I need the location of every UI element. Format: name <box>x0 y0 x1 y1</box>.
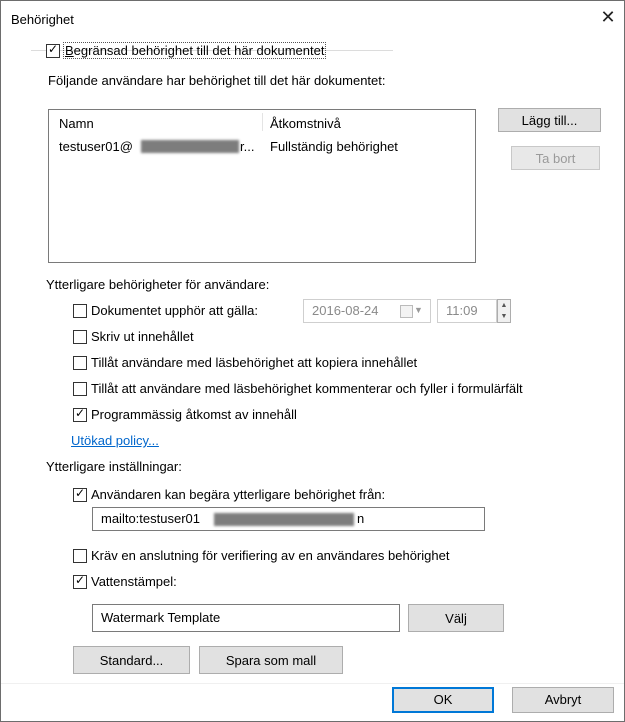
expire-date-field[interactable]: 2016-08-24 ▼ <box>303 299 431 323</box>
calendar-icon[interactable] <box>400 305 413 318</box>
close-icon[interactable]: ✕ <box>597 6 619 28</box>
checkmark-icon: ✓ <box>47 42 59 56</box>
additional-settings-heading: Ytterligare inställningar: <box>46 459 182 474</box>
column-header-access[interactable]: Åtkomstnivå <box>270 116 341 131</box>
users-list[interactable]: Namn Åtkomstnivå testuser01@ r... Fullst… <box>48 109 476 263</box>
dialog-title: Behörighet <box>11 12 74 27</box>
spin-up-icon[interactable]: ▲ <box>498 300 510 311</box>
save-template-button[interactable]: Spara som mall <box>199 646 343 674</box>
checkmark-icon: ✓ <box>74 573 86 587</box>
expire-label[interactable]: Dokumentet upphör att gälla: <box>91 303 258 318</box>
comment-label[interactable]: Tillåt att användare med läsbehörighet k… <box>91 381 523 396</box>
checkmark-icon: ✓ <box>74 486 86 500</box>
expire-date-value: 2016-08-24 <box>312 303 379 318</box>
permission-dialog: Behörighet ✕ ✓ Begränsad behörighet till… <box>0 0 625 722</box>
watermark-label[interactable]: Vattenstämpel: <box>91 574 177 589</box>
column-divider <box>262 113 263 131</box>
print-checkbox[interactable] <box>73 330 87 344</box>
additional-permissions-heading: Ytterligare behörigheter för användare: <box>46 277 270 292</box>
verify-checkbox[interactable] <box>73 549 87 563</box>
watermark-field[interactable]: Watermark Template <box>92 604 400 632</box>
user-name-cell: testuser01@ <box>59 139 133 154</box>
cancel-button[interactable]: Avbryt <box>512 687 614 713</box>
users-heading: Följande användare har behörighet till d… <box>48 73 386 88</box>
programmatic-label[interactable]: Programmässig åtkomst av innehåll <box>91 407 297 422</box>
request-address-field[interactable]: mailto:testuser01 n <box>92 507 485 531</box>
programmatic-checkbox[interactable]: ✓ <box>73 406 87 422</box>
default-button[interactable]: Standard... <box>73 646 190 674</box>
extended-policy-link[interactable]: Utökad policy... <box>71 433 159 448</box>
restrict-label[interactable]: Begränsad behörighet till det här dokume… <box>63 42 327 59</box>
spin-down-icon[interactable]: ▼ <box>498 311 510 322</box>
remove-user-button[interactable]: Ta bort <box>511 146 600 170</box>
expire-checkbox[interactable] <box>73 304 87 318</box>
request-address-tail: n <box>357 511 365 526</box>
user-access-cell: Fullständig behörighet <box>270 139 398 154</box>
redacted-block <box>141 140 239 153</box>
expire-time-field[interactable]: 11:09 <box>437 299 497 323</box>
copy-label[interactable]: Tillåt användare med läsbehörighet att k… <box>91 355 417 370</box>
redacted-block <box>214 513 354 526</box>
footer-divider <box>1 683 624 684</box>
ok-button[interactable]: OK <box>392 687 494 713</box>
restrict-checkbox[interactable]: ✓ <box>46 42 60 58</box>
time-spinner[interactable]: ▲ ▼ <box>497 299 511 323</box>
verify-label[interactable]: Kräv en anslutning för verifiering av en… <box>91 548 449 563</box>
watermark-checkbox[interactable]: ✓ <box>73 573 87 589</box>
add-user-button[interactable]: Lägg till... <box>498 108 601 132</box>
column-header-name[interactable]: Namn <box>59 116 94 131</box>
comment-checkbox[interactable] <box>73 382 87 396</box>
chevron-down-icon[interactable]: ▼ <box>414 300 423 321</box>
print-label[interactable]: Skriv ut innehållet <box>91 329 194 344</box>
checkmark-icon: ✓ <box>74 406 86 420</box>
expire-time-value: 11:09 <box>446 303 478 318</box>
request-label[interactable]: Användaren kan begära ytterligare behöri… <box>91 487 385 502</box>
request-checkbox[interactable]: ✓ <box>73 486 87 502</box>
table-row[interactable]: testuser01@ r... Fullständig behörighet <box>49 136 473 156</box>
copy-checkbox[interactable] <box>73 356 87 370</box>
user-name-tail: r... <box>240 139 255 154</box>
choose-watermark-button[interactable]: Välj <box>408 604 504 632</box>
request-address-value: mailto:testuser01 <box>101 511 200 526</box>
